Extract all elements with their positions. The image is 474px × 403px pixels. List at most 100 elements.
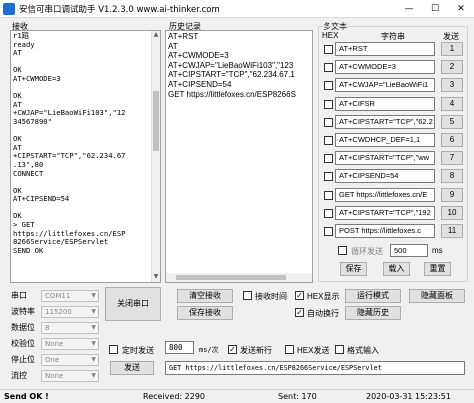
history-item[interactable]: AT+CIPSTART="TCP","62.234.67.1 [168, 70, 310, 80]
save-receive-button[interactable]: 保存接收 [177, 306, 233, 320]
hex-send-checkbox[interactable] [285, 345, 294, 354]
receive-line: SEND OK [13, 245, 44, 255]
close-port-button[interactable]: 关闭串口 [105, 287, 161, 321]
multitext-send-button[interactable]: 9 [441, 187, 463, 202]
multitext-string-input[interactable]: POST https://littlefoxes.c [335, 224, 435, 238]
close-icon[interactable]: ✕ [448, 0, 474, 18]
multitext-string-input[interactable]: AT+CWJAP="LieBaoWiFi1 [335, 78, 435, 93]
loop-send-label: 循环发送 [351, 247, 383, 256]
run-mode-button[interactable]: 运行模式 [345, 289, 401, 303]
multitext-send-button[interactable]: 4 [441, 96, 463, 111]
send-input[interactable]: GET https://littlefoxes.cn/ESP8266Servic… [165, 361, 465, 375]
history-hscrollbar[interactable] [166, 273, 312, 282]
status-time: 2020-03-31 15:23:51 [366, 392, 451, 401]
multitext-hex-checkbox[interactable] [324, 154, 333, 164]
string-column-header: 字符串 [381, 32, 405, 41]
multitext-string-input[interactable]: AT+RST [335, 42, 435, 56]
hscroll-thumb[interactable] [176, 275, 286, 280]
status-state: Send OK ! [4, 392, 49, 401]
history-list[interactable]: AT+RST AT AT+CWMODE=3 AT+CWJAP="LieBaoWiFi1… [165, 30, 313, 283]
multitext-string-input[interactable]: AT+CIFSR [335, 96, 435, 111]
multitext-string-input[interactable]: AT+CIPSEND=54 [335, 169, 435, 184]
receive-line: OK [13, 134, 22, 144]
multitext-send-button[interactable]: 11 [441, 224, 463, 238]
receive-line: CONNECT [13, 168, 44, 178]
port-select[interactable]: COM11 ▼ [41, 290, 99, 302]
history-item[interactable]: AT+CIPSEND=54 [168, 80, 310, 90]
multitext-send-button[interactable]: 7 [441, 151, 463, 166]
multitext-hex-checkbox[interactable] [324, 172, 333, 182]
history-item[interactable]: AT [168, 42, 310, 52]
hide-panel-button[interactable]: 隐藏面板 [409, 289, 465, 303]
status-bar: Send OK ! Received: 2290 Sent: 170 2020-… [0, 389, 474, 403]
stop-bits-select[interactable]: One ▼ [41, 354, 99, 366]
receive-line [13, 84, 149, 93]
hide-history-button[interactable]: 隐藏历史 [345, 306, 401, 320]
baud-label: 波特率 [11, 307, 35, 316]
history-item[interactable]: AT+RST [168, 32, 310, 42]
timed-interval-input[interactable]: 800 [165, 341, 194, 354]
receive-textarea[interactable]: r1蹈 ready AT OK AT+CWMODE=3 OK AT +CWJAP="LieBa… [10, 30, 161, 283]
parity-select[interactable]: None ▼ [41, 338, 99, 350]
multitext-string-input[interactable]: AT+CIPSTART="TCP","62.2 [335, 114, 435, 129]
receive-scrollbar[interactable]: ▲ ▼ [151, 31, 160, 282]
multitext-hex-checkbox[interactable] [324, 227, 333, 236]
history-item[interactable]: AT+CWJAP="LieBaoWiFi103","123 [168, 61, 310, 71]
multitext-hex-checkbox[interactable] [324, 45, 333, 54]
minimize-icon[interactable]: — [396, 0, 422, 18]
loop-send-checkbox[interactable] [338, 246, 347, 255]
app-icon [3, 3, 15, 15]
scroll-down-icon[interactable]: ▼ [152, 273, 160, 281]
receive-line [13, 127, 149, 136]
loop-interval-input[interactable]: 500 [390, 244, 428, 257]
timed-send-checkbox[interactable] [109, 345, 118, 354]
multitext-send-button[interactable]: 2 [441, 60, 463, 75]
window-title: 安信可串口调试助手 V1.2.3.0 www.ai-thinker.com [19, 5, 220, 15]
auto-wrap-checkbox[interactable]: ✓ [295, 308, 304, 317]
multitext-send-button[interactable]: 8 [441, 169, 463, 184]
scroll-thumb[interactable] [153, 91, 159, 151]
multitext-hex-checkbox[interactable] [324, 208, 333, 218]
history-item[interactable]: AT+CWMODE=3 [168, 51, 310, 61]
receive-line [13, 178, 149, 187]
multitext-string-input[interactable]: AT+CWMODE=3 [335, 60, 435, 75]
maximize-icon[interactable]: ☐ [422, 0, 448, 18]
format-input-checkbox[interactable] [335, 345, 344, 354]
send-button[interactable]: 发送 [110, 361, 154, 375]
format-input-label: 格式输入 [347, 346, 379, 355]
load-button[interactable]: 载入 [383, 262, 410, 276]
data-bits-select[interactable]: 8 ▼ [41, 322, 99, 334]
history-item[interactable]: GET https://littlefoxes.cn/ESP8266S [168, 90, 310, 100]
parity-label: 校验位 [11, 339, 35, 348]
timed-send-label: 定时发送 [122, 346, 154, 355]
multitext-send-button[interactable]: 10 [441, 205, 463, 220]
multitext-string-input[interactable]: AT+CIPSTART="TCP","192 [335, 205, 435, 220]
flow-control-select[interactable]: None ▼ [41, 370, 99, 382]
receive-time-checkbox[interactable] [243, 291, 252, 300]
hex-display-checkbox[interactable]: ✓ [295, 291, 304, 300]
multitext-send-button[interactable]: 6 [441, 133, 463, 147]
multitext-hex-checkbox[interactable] [324, 190, 333, 200]
multitext-hex-checkbox[interactable] [324, 136, 333, 145]
reset-button[interactable]: 重置 [424, 262, 451, 276]
multitext-send-button[interactable]: 5 [441, 114, 463, 129]
save-button[interactable]: 保存 [340, 262, 367, 276]
multitext-string-input[interactable]: AT+CIPSTART="TCP","ww [335, 151, 435, 166]
stop-bits-label: 停止位 [11, 355, 35, 364]
baud-select[interactable]: 115200 ▼ [41, 306, 99, 318]
clear-receive-button[interactable]: 清空接收 [177, 289, 233, 303]
multitext-hex-checkbox[interactable] [324, 81, 333, 91]
multitext-send-button[interactable]: 1 [441, 42, 463, 56]
multitext-string-input[interactable]: AT+CWDHCP_DEF=1,1 [335, 133, 435, 147]
send-newline-checkbox[interactable]: ✓ [228, 345, 237, 354]
multitext-hex-checkbox[interactable] [324, 117, 333, 127]
data-bits-label: 数据位 [11, 323, 35, 332]
multitext-hex-checkbox[interactable] [324, 99, 333, 109]
hex-send-label: HEX发送 [297, 346, 330, 355]
receive-line: OK [13, 91, 22, 101]
multitext-string-input[interactable]: GET https://littlefoxes.cn/E [335, 187, 435, 202]
scroll-up-icon[interactable]: ▲ [152, 31, 160, 39]
multitext-send-button[interactable]: 3 [441, 78, 463, 93]
receive-time-label: 接收时间 [255, 292, 287, 301]
multitext-hex-checkbox[interactable] [324, 63, 333, 73]
